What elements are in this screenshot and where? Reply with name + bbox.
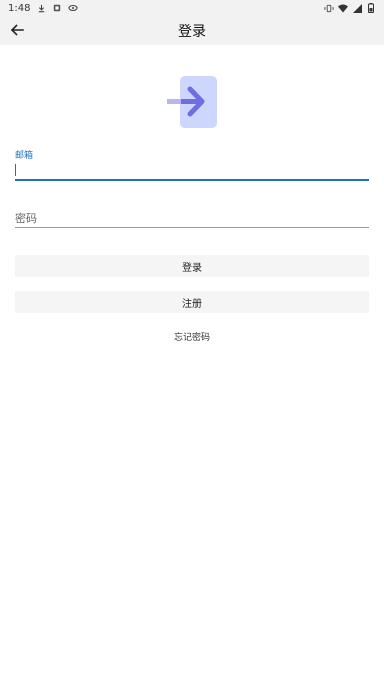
download-icon bbox=[36, 3, 46, 13]
status-right bbox=[324, 3, 376, 13]
wifi-icon bbox=[338, 3, 348, 13]
register-button[interactable]: 注册 bbox=[15, 291, 369, 313]
vibrate-icon bbox=[324, 3, 334, 13]
login-logo bbox=[165, 74, 219, 130]
page-title: 登录 bbox=[178, 23, 206, 40]
cast-icon bbox=[68, 3, 79, 13]
notification-icon bbox=[52, 3, 62, 13]
status-bar: 1:48 bbox=[0, 0, 384, 16]
password-placeholder: 密码 bbox=[15, 212, 37, 225]
status-time: 1:48 bbox=[8, 2, 31, 14]
email-label: 邮箱 bbox=[15, 151, 34, 161]
email-underline bbox=[15, 179, 369, 181]
back-button[interactable] bbox=[6, 20, 28, 42]
forgot-password-link[interactable]: 忘记密码 bbox=[0, 330, 384, 343]
password-field[interactable]: 密码 bbox=[15, 206, 369, 230]
email-field[interactable]: 邮箱 bbox=[15, 148, 369, 182]
app-bar: 登录 bbox=[0, 16, 384, 45]
text-cursor bbox=[15, 164, 16, 176]
login-button[interactable]: 登录 bbox=[15, 255, 369, 277]
status-left: 1:48 bbox=[8, 2, 79, 14]
battery-icon bbox=[366, 3, 376, 13]
arrow-back-icon bbox=[10, 22, 24, 41]
login-arrow-icon bbox=[165, 76, 219, 134]
password-underline bbox=[15, 227, 369, 228]
signal-icon bbox=[352, 3, 362, 13]
